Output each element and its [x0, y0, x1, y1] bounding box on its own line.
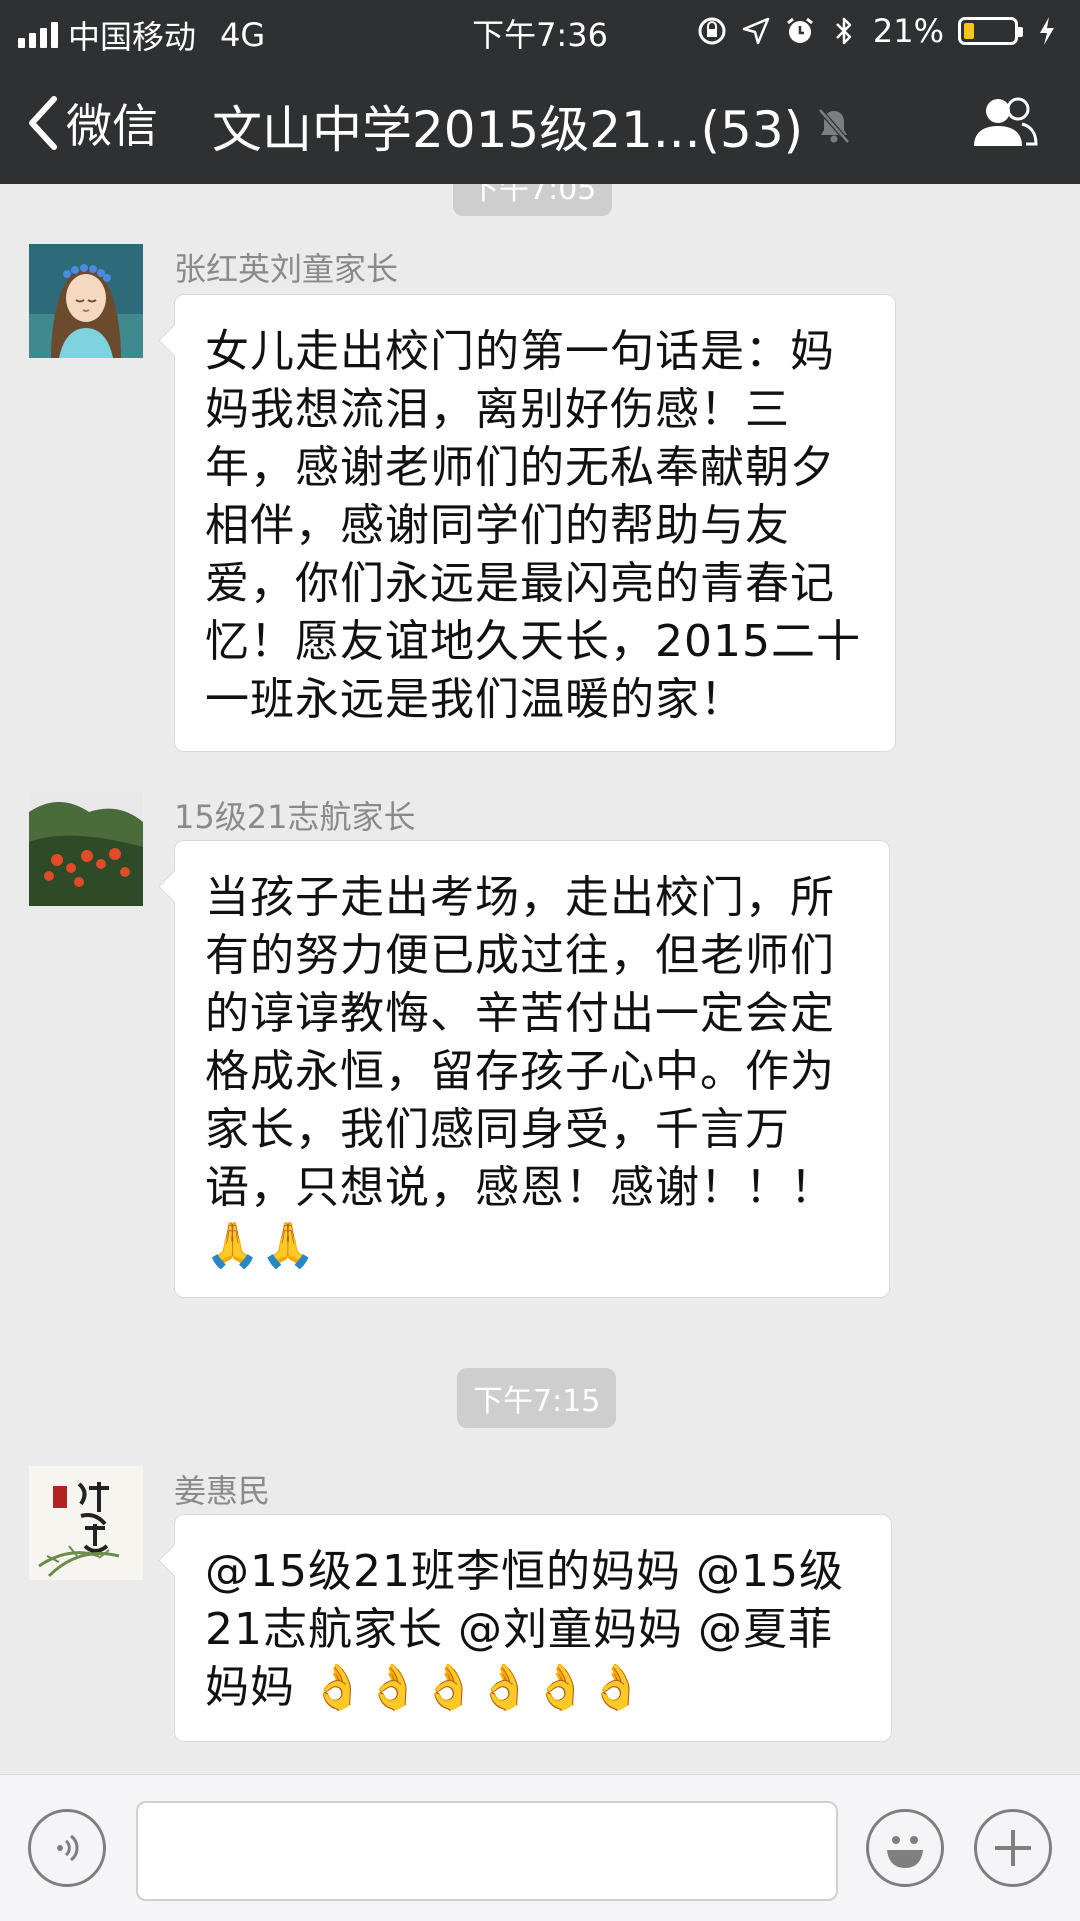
nav-bar: 微信 文山中学2015级21...(53) — [0, 62, 1080, 184]
status-right: 21% — [697, 12, 1062, 50]
back-label: 微信 — [66, 99, 158, 153]
message-input[interactable] — [136, 1801, 838, 1901]
plus-icon — [995, 1830, 1031, 1866]
rotation-lock-icon — [697, 16, 727, 46]
status-bar: 中国移动 4G 下午7:36 21% — [0, 0, 1080, 62]
group-members-icon — [974, 97, 1038, 146]
battery-percent: 21% — [872, 12, 944, 50]
message-bubble[interactable]: 女儿走出校门的第一句话是：妈妈我想流泪，离别好伤感！三年，感谢老师们的无私奉献朝… — [174, 294, 896, 752]
calligraphy-avatar-image — [29, 1466, 143, 1580]
sender-name: 15级21志航家长 — [174, 798, 416, 836]
bluetooth-icon — [829, 16, 859, 46]
message-bubble[interactable]: 当孩子走出考场，走出校门，所有的努力便已成过往，但老师们的谆谆教悔、辛苦付出一定… — [174, 840, 890, 1298]
emoji-button[interactable] — [866, 1809, 944, 1887]
chat-title-text: 文山中学2015级21...(53) — [212, 101, 804, 159]
chat-title: 文山中学2015级21...(53) — [212, 90, 851, 162]
input-bar — [0, 1774, 1080, 1921]
alarm-icon — [785, 16, 815, 46]
chevron-left-icon — [29, 96, 57, 150]
avatar[interactable] — [29, 1466, 143, 1580]
time-separator: 下午7:15 — [457, 1368, 617, 1428]
bell-muted-icon — [818, 108, 851, 144]
sender-name: 姜惠民 — [174, 1472, 271, 1510]
charging-bolt-icon — [1032, 16, 1062, 46]
battery-icon — [958, 17, 1023, 45]
avatar[interactable] — [29, 792, 143, 906]
time-separator-partial: 下午7:05 — [453, 184, 613, 216]
voice-icon — [57, 1834, 79, 1862]
avatar[interactable] — [29, 244, 143, 358]
flowers-avatar-image — [29, 792, 143, 906]
group-members-button[interactable] — [970, 96, 1040, 152]
chat-area[interactable]: 下午7:05 张红英刘童家长 女儿走出校门的第一句话是：妈妈我想流泪，离别好伤感… — [0, 184, 1080, 1774]
voice-button[interactable] — [28, 1809, 106, 1887]
location-arrow-icon — [741, 16, 771, 46]
back-button[interactable]: 微信 — [26, 90, 158, 156]
girl-avatar-image — [29, 244, 143, 358]
battery-fill — [964, 23, 974, 39]
emoji-icon — [887, 1836, 923, 1868]
plus-button[interactable] — [974, 1809, 1052, 1887]
message-bubble[interactable]: @15级21班李恒的妈妈 @15级21志航家长 @刘童妈妈 @夏菲妈妈 👌👌👌👌… — [174, 1514, 892, 1742]
sender-name: 张红英刘童家长 — [174, 250, 399, 288]
